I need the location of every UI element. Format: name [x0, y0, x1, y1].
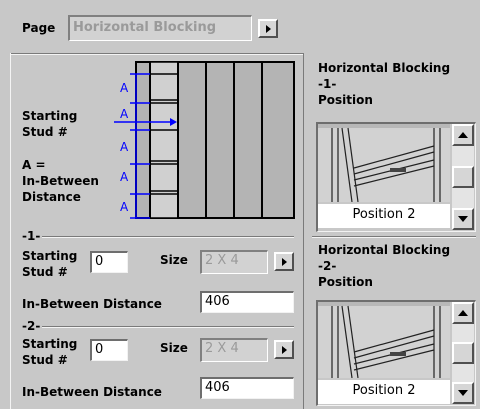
- group1-divider: [40, 236, 294, 238]
- group2-size-label: Size: [160, 341, 188, 355]
- pos1-title: Horizontal Blocking -1- Position: [318, 61, 451, 107]
- arrow-down-icon: [458, 390, 468, 396]
- pos1-picker[interactable]: Position 2: [316, 122, 476, 232]
- diagram-starting-stud-label: Starting Stud #: [22, 109, 78, 139]
- dimension-marker: A: [120, 170, 129, 184]
- group2-starting-stud-input[interactable]: 0: [90, 339, 128, 361]
- group2-in-between-label: In-Between Distance: [22, 385, 162, 399]
- pos1-scroll-up-button[interactable]: [452, 124, 474, 146]
- group1-in-between-input[interactable]: 406: [200, 291, 294, 313]
- pos1-scrollbar[interactable]: [452, 124, 474, 230]
- group1-starting-stud-input[interactable]: 0: [90, 251, 128, 273]
- group1-starting-stud-label: Starting Stud #: [22, 249, 78, 279]
- arrow-up-icon: [458, 132, 468, 138]
- group1-size-select[interactable]: 2 X 4: [200, 250, 268, 274]
- pos2-picker[interactable]: Position 2: [316, 300, 476, 406]
- frame-edge: [303, 53, 304, 409]
- group2-in-between-input[interactable]: 406: [200, 377, 294, 399]
- dimension-marker: A: [120, 140, 129, 154]
- arrow-right-icon: [281, 345, 287, 354]
- arrow-right-icon: [265, 24, 271, 33]
- pos2-preview-image: [318, 302, 450, 378]
- group2-label: -2-: [20, 318, 43, 334]
- page-next-button[interactable]: [258, 19, 278, 38]
- diagram-a-legend: A = In-Between Distance: [22, 158, 99, 204]
- group2-size-select[interactable]: 2 X 4: [200, 338, 268, 362]
- page-label: Page: [22, 21, 56, 35]
- right-divider: [312, 236, 476, 238]
- pos1-preview-image: [318, 124, 450, 202]
- pos2-scroll-down-button[interactable]: [452, 382, 474, 404]
- dimension-marker: A: [120, 81, 129, 95]
- pos2-scroll-thumb[interactable]: [452, 342, 474, 364]
- page-select[interactable]: Horizontal Blocking: [68, 15, 252, 41]
- group1-size-label: Size: [160, 253, 188, 267]
- group1-label: -1-: [20, 228, 43, 244]
- group1-in-between-label: In-Between Distance: [22, 297, 162, 311]
- dimension-marker: A: [120, 107, 129, 121]
- pos2-title: Horizontal Blocking -2- Position: [318, 243, 451, 289]
- group2-size-next-button[interactable]: [274, 340, 294, 359]
- pos2-scroll-up-button[interactable]: [452, 302, 474, 324]
- arrow-up-icon: [458, 310, 468, 316]
- pos1-value: Position 2: [318, 204, 450, 228]
- arrow-right-icon: [281, 257, 287, 266]
- pos1-scroll-down-button[interactable]: [452, 208, 474, 230]
- group2-starting-stud-label: Starting Stud #: [22, 337, 78, 367]
- divider: [10, 53, 304, 55]
- pos2-value: Position 2: [318, 380, 450, 404]
- group1-size-next-button[interactable]: [274, 252, 294, 271]
- pos2-scrollbar[interactable]: [452, 302, 474, 404]
- frame-edge: [10, 53, 11, 409]
- arrow-down-icon: [458, 216, 468, 222]
- group2-divider: [40, 326, 294, 328]
- pos1-scroll-thumb[interactable]: [452, 166, 474, 188]
- dimension-marker: A: [120, 200, 129, 214]
- dimension-markers: A A A A A: [114, 60, 298, 222]
